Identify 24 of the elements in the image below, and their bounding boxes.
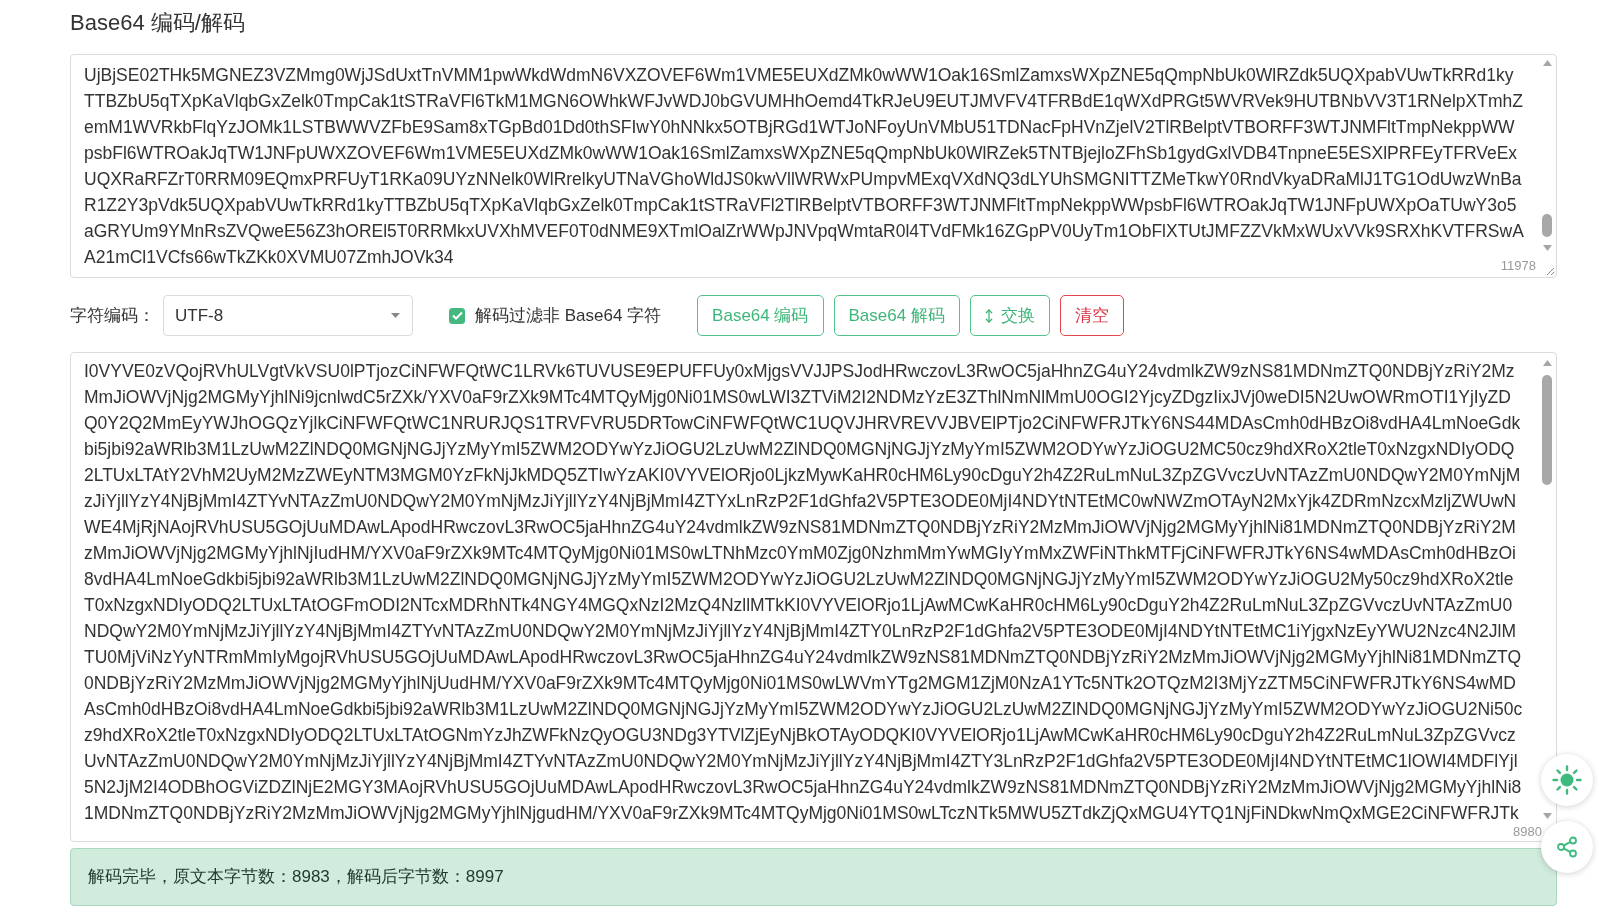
character-count: 11978 [1500,258,1536,274]
sun-icon [1552,765,1582,795]
output-textarea[interactable]: I0VYVE0zVQojRVhULVgtVkVSU0lPTjozCiNFWFQtWC1LRVk6TUVUSE9EPUFFUy0xMjgsVVJJPSJodHRwczovL3RwOC5jaHhnZG4uY24vdmlkZW9zNS81MDNmZTQ0NDBjYzRiY2Mz MmJiOWVjNjg2MGMyYjhlNi9jcnlwdC5rZXk/YXV0aF9rZXk9MTc4MTQyMjg0Ni01MS0wLWI3ZTViM2I2NDMzYzE3ZThlNmNlMmU0OGI2YjcyZDgzIixJVj0weDI5N2UwOWRmOTI1YjIyZD Q0Y2Q2MmEyYWJhOGQzYjlkCiNFWFQtWC1NRURJQS1TRVFVRU5DRTowCiNFWFQtWC1UQVJHRVREVVJBVElPTjo2CiNFWFRJTkY6NS44MDAsCmh0dHBzOi8vdHA4LmNoeGdk bi5jbi92aWRlb3M1LzUwM2ZlNDQ0MGNjNGJjYzMyYmI5ZWM2ODYwYzJiOGU2LzUwM2ZlNDQ0MGNjNGJjYzMyYmI5ZWM2ODYwYzJiOGU2MC50cz9hdXRoX2tleT0xNzgxNDIyODQ 2LTUxLTAtY2VhM2UyM2MzZWEyNTM3MGM0YzFkNjJkMDQ5ZTIwYzAKI0VYVElORjo0LjkzMywKaHR0cHM6Ly90cDguY2h4Z2RuLmNuL3ZpZGVvczUvNTAzZmU0NDQwY2M0YmNjM zJiYjllYzY4NjBjMmI4ZTYvNTAzZmU0NDQwY2M0YmNjMzJiYjllYzY4NjBjMmI4ZTYxLnRzP2F1dGhfa2V5PTE3ODE0MjI4NDYtNTEtMC0wNWZmOTAyN2MxYjk4ZDRmNzcxMzljZWUwN WE4MjRjNAojRVhUSU5GOjUuMDAwLApodHRwczovL3RwOC5jaHhnZG4uY24vdmlkZW9zNS81MDNmZTQ0NDBjYzRiY2MzMmJiOWVjNjg2MGMyYjhlNi81MDNmZTQ0NDBjYzRiY2M zMmJiOWVjNjg2MGMyYjhlNjIudHM/YXV0aF9rZXk9MTc4MTQyMjg0Ni01MS0wLTNhMzc0YmM0Zjg0NzhmMmYwMGIyYmMxZWFiNThkMTFjCiNFWFRJTkY6NS4wMDAsCmh0dHBzOi 8vdHA4LmNoeGdkbi5jbi92aWRlb3M1LzUwM2ZlNDQ0MGNjNGJjYzMyYmI5ZWM2ODYwYzJiOGU2LzUwM2ZlNDQ0MGNjNGJjYzMyYmI5ZWM2ODYwYzJiOGU2My50cz9hdXRoX2tle T0xNzgxNDIyODQ2LTUxLTAtOGFmODI2NTcxMDRhNTk4NGY4MGQxNzI2MzQ4NzllMTkKI0VYVElORjo1LjAwMCwKaHR0cHM6Ly90cDguY2h4Z2RuLmNuL3ZpZGVvczUvNTAzZmU0 NDQwY2M0YmNjMzJiYjllYzY4NjBjMmI4ZTYvNTAzZmU0NDQwY2M0YmNjMzJiYjllYzY4NjBjMmI4ZTY0LnRzP2F1dGhfa2V5PTE3ODE0MjI4NDYtNTEtMC1iYjgxNzEyYWU2Nzc4N2JlM TU0MjViNzYyNTRmMmIyMgojRVhUSU5GOjUuMDAwLApodHRwczovL3RwOC5jaHhnZG4uY24vdmlkZW9zNS81MDNmZTQ0NDBjYzRiY2MzMmJiOWVjNjg2MGMyYjhlNi81MDNmZTQ 0NDBjYzRiY2MzMmJiOWVjNjg2MGMyYjhlNjUudHM/YXV0aF9rZXk9MTc4MTQyMjg0Ni01MS0wLWVmYTg2MGM1ZjM0NzA1YTc5NTk2OTQzM2I3MjYzZTM5CiNFWFRJTkY6NS4wMD AsCmh0dHBzOi8vdHA4LmNoeGdkbi5jbi92aWRlb3M1LzUwM2ZlNDQ0MGNjNGJjYzMyYmI5ZWM2ODYwYzJiOGU2LzUwM2ZlNDQ0MGNjNGJjYzMyYmI5ZWM2ODYwYzJiOGU2Ni50c z9hdXRoX2tleT0xNzgxNDIyODQ2LTUxLTAtOGNmYzJhZWFkNzQyOGU3NDg3YTVlZjEyNjBkOTAyODQKI0VYVElORjo1LjAwMCwKaHR0cHM6Ly90cDguY2h4Z2RuLmNuL3ZpZGVvcz UvNTAzZmU0NDQwY2M0YmNjMzJiYjllYzY4NjBjMmI4ZTYvNTAzZmU0NDQwY2M0YmNjMzJiYjllYzY4NjBjMmI4ZTY3LnRzP2F1dGhfa2V5PTE3ODE0MjI4NDYtNTEtMC1lOWI4MDFlYjl 5N2JjM2I4ODBhOGViZDZlNjE2MGY3MAojRVhUSU5GOjUuMDAwLApodHRwczovL3RwOC5jaHhnZG4uY24vdmlkZW9zNS81MDNmZTQ0NDBjYzRiY2MzMmJiOWVjNjg2MGMyYjhlNi8 1MDNmZTQ0NDBjYzRiY2MzMmJiOWVjNjg2MGMyYjhlNjgudHM/YXV0aF9rZXk9MTc4MTQyMjg0Ni01MS0wLTczNTk5MWU5ZTdkZjQxMGU4YTQ1NjFiNDkwNmQxMGE2CiNFWFRJTk 8980 [70,352,1557,842]
clear-button[interactable]: 清空 [1059,295,1124,336]
input-textarea[interactable]: UjBjSE02THk5MGNEZ3VZMmg0WjJSdUxtTnVMM1pwWkdWdmN6VXZOVEF6Wm1VME5EUXdZMk0wWW1Oak16SmlZamxsWXpZNE5qQmpNbUk0WlRZdk5UQXpabVUwTkRRd1ky TTBZbU5qTXpKaVlqbGxZelk0TmpCak1tSTRaVFl6TkM1MGN6OWhkWFJvWDJ0bGVUMHhOemd4TkRJeU9EUTJMVFV4TFRBdE1qWXdPRGt5WVRVek9HUTBNbVV3T1RNelpXTmhZ emM1WVRkbFlqYzJOMk1LSTBWWVZFbE9Sam8xTGpBd01Dd0thSFIwY0hNNkx5OTBjRGd1WTJoNFoyUnVMbU51TDNacFpHVnZjelV2TlRBelptVTBORFF3WTJNMFltTmpNekppWW psbFl6WTROakJqTW1JNFpUWXZOVEF6Wm1VME5EUXdZMk0wWW1Oak16SmlZamxsWXpZNE5qQmpNbUk0WlRZek5TNTBjejloZFhSb1gydGxlVDB4TnpneE5ESXlPRFEyTFRVeEx UQXRaRFZrT0RRM09EQmxPRFUyT1RKa09UYzNNelk0WlRrelkyUTNaVGhoWldJS0kwVllWRWxPUmpvMExqVXdNQ3dLYUhSMGNITTZMeTkwY0RndVkyaDRaMlJ1TG1OdUwzWnBa R1Z2Y3pVdk5UQXpabVUwTkRRd1kyTTBZbU5qTXpKaVlqbGxZelk0TmpCak1tSTRaVFl2TlRBelptVTBORFF3WTJNMFltTmpNekppWWpsbFl6WTROakJqTW1JNFpUWXpOaTUwY3o5 aGRYUm9YMnRsZVQweE56Z3hOREl5T0RRMkxUVXhMVEF0T0dNME9XTmlOalZrWWpJNVpqWmtaR0l4TVdFMk16ZGpPV0UyTm1ObFlXTUtJMFZZVkMxWUxVVk9SRXhKVTFRSwA A21mCl1VCfs66wTkZKk0XVMU07ZmhJOVk34 11978 [70,54,1557,278]
charset-select[interactable]: UTF-8 [163,295,413,336]
filter-checkbox[interactable] [449,307,465,324]
scrollbar-thumb[interactable] [1542,214,1552,237]
resize-grip-icon[interactable] [1546,267,1554,275]
theme-button[interactable] [1541,754,1593,806]
scroll-down-arrow-icon[interactable] [1542,813,1552,819]
charset-label: 字符编码： [70,304,155,327]
status-message: 解码完毕，原文本字节数：8983，解码后字节数：8997 [88,866,504,889]
character-count: 8980 [1513,824,1542,840]
share-icon [1556,836,1578,858]
dropdown-caret-icon [391,313,400,318]
scroll-up-arrow-icon[interactable] [1542,60,1552,66]
scroll-up-arrow-icon[interactable] [1542,360,1552,366]
scrollbar-thumb[interactable] [1542,375,1552,485]
filter-checkbox-label[interactable]: 解码过滤非 Base64 字符 [475,302,662,329]
page-title: Base64 编码/解码 [70,9,245,37]
share-button[interactable] [1541,821,1593,873]
up-down-arrow-icon [984,308,993,323]
scroll-down-arrow-icon[interactable] [1542,245,1552,251]
